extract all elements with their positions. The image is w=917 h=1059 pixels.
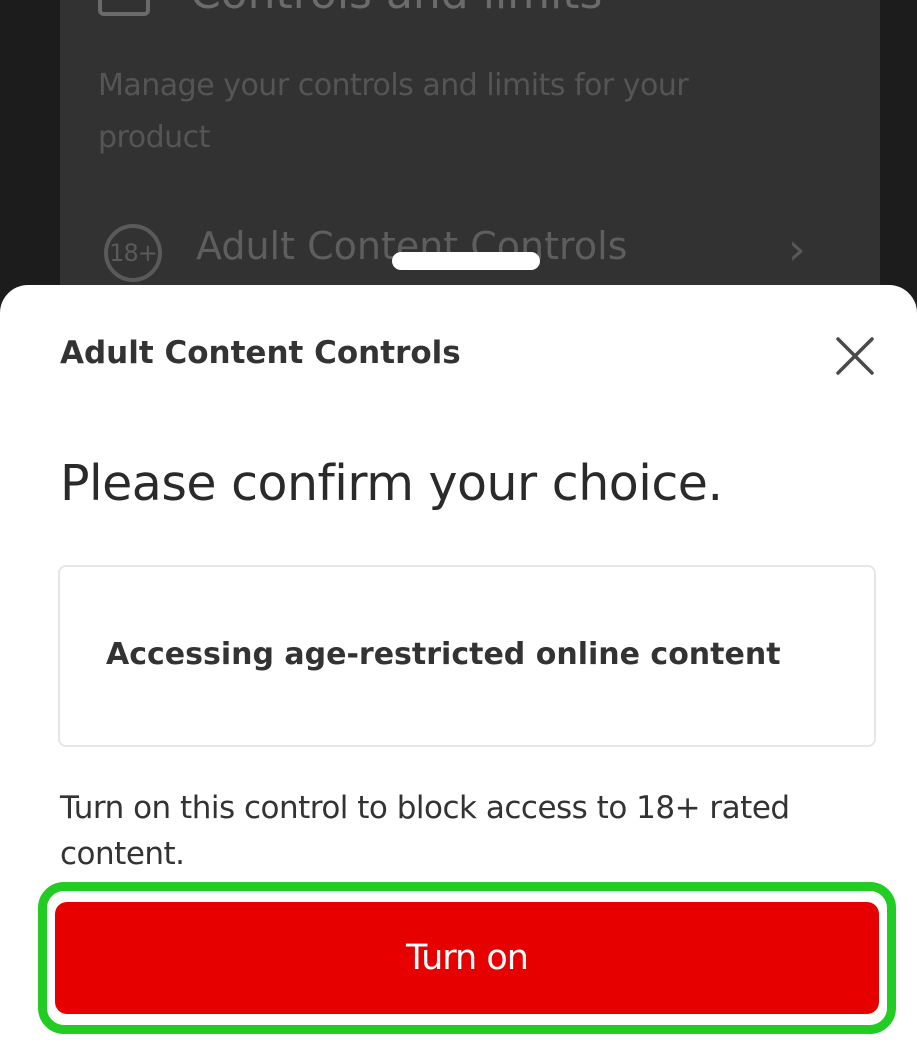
close-button[interactable] (828, 329, 882, 383)
chevron-right-icon: › (788, 224, 806, 275)
age-18-badge-icon: 18+ (104, 224, 162, 282)
controls-card-title: Controls and limits (190, 0, 602, 19)
confirm-headline: Please confirm your choice. (60, 455, 723, 512)
selected-option-label: Accessing age-restricted online content (106, 637, 781, 672)
controls-icon (98, 0, 150, 16)
confirm-bottom-sheet: Adult Content Controls Please confirm yo… (0, 285, 917, 1059)
controls-card-description: Manage your controls and limits for your… (98, 68, 689, 155)
adult-content-controls-row[interactable]: 18+ Adult Content Controls › (98, 220, 818, 282)
sheet-title: Adult Content Controls (60, 335, 461, 371)
turn-on-button[interactable]: Turn on (55, 902, 879, 1014)
selected-option-card: Accessing age-restricted online content (58, 565, 876, 747)
helper-text: Turn on this control to block access to … (60, 790, 790, 872)
close-icon (836, 337, 874, 375)
drag-handle[interactable] (392, 252, 540, 270)
